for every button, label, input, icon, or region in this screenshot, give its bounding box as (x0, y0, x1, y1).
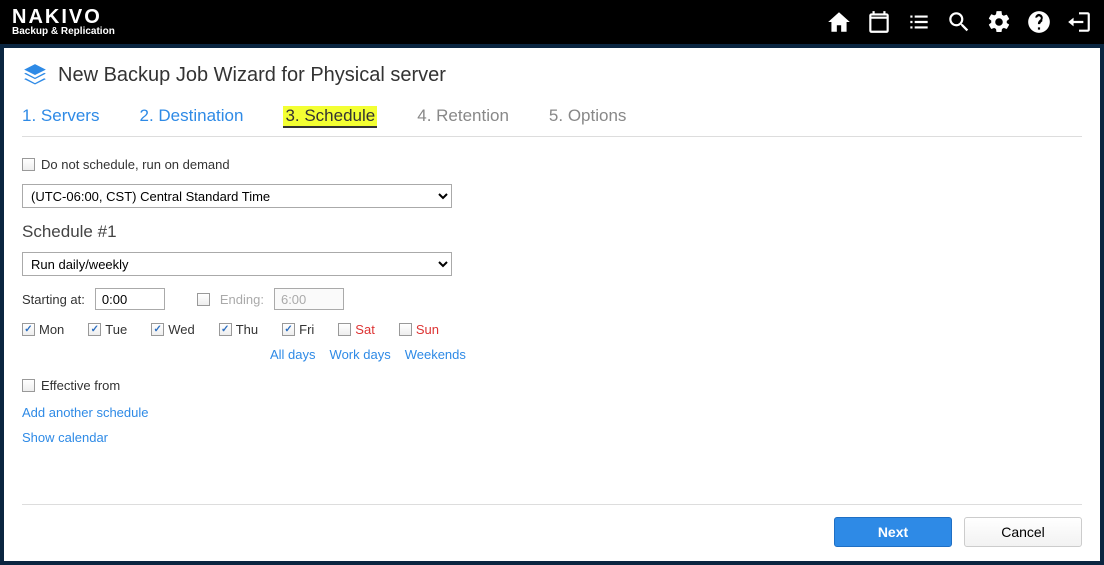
top-bar-icons (826, 9, 1092, 35)
recurrence-select[interactable]: Run daily/weekly (22, 252, 452, 276)
calendar-icon[interactable] (866, 9, 892, 35)
day-fri-label: Fri (299, 322, 314, 337)
stack-icon (22, 62, 48, 88)
starting-input[interactable] (95, 288, 165, 310)
page-title: New Backup Job Wizard for Physical serve… (58, 64, 446, 87)
step-destination[interactable]: 2. Destination (139, 106, 243, 128)
day-mon-label: Mon (39, 322, 64, 337)
effective-label: Effective from (41, 378, 120, 393)
brand-logo: NAKIVO Backup & Replication (12, 7, 115, 37)
add-schedule-link[interactable]: Add another schedule (22, 405, 1082, 420)
step-schedule[interactable]: 3. Schedule (283, 106, 377, 128)
logout-icon[interactable] (1066, 9, 1092, 35)
brand-name: NAKIVO (12, 7, 115, 27)
show-calendar-link[interactable]: Show calendar (22, 430, 1082, 445)
wizard-footer: Next Cancel (22, 504, 1082, 547)
effective-checkbox[interactable] (22, 379, 35, 392)
day-tue-checkbox[interactable] (88, 323, 101, 336)
effective-row: Effective from (22, 378, 1082, 393)
step-servers[interactable]: 1. Servers (22, 106, 99, 128)
day-wed-checkbox[interactable] (151, 323, 164, 336)
ending-input[interactable] (274, 288, 344, 310)
preset-weekends[interactable]: Weekends (405, 347, 466, 362)
timezone-select[interactable]: (UTC-06:00, CST) Central Standard Time (22, 184, 452, 208)
preset-all-days[interactable]: All days (270, 347, 316, 362)
recurrence-row: Run daily/weekly (22, 252, 1082, 276)
help-icon[interactable] (1026, 9, 1052, 35)
no-schedule-checkbox[interactable] (22, 158, 35, 171)
home-icon[interactable] (826, 9, 852, 35)
cancel-button[interactable]: Cancel (964, 517, 1082, 547)
preset-work-days[interactable]: Work days (330, 347, 391, 362)
ending-label: Ending: (220, 292, 264, 307)
gear-icon[interactable] (986, 9, 1012, 35)
day-wed-label: Wed (168, 322, 195, 337)
day-sun-label: Sun (416, 322, 439, 337)
schedule-section-title: Schedule #1 (22, 222, 1082, 242)
wizard-panel: New Backup Job Wizard for Physical serve… (4, 48, 1100, 561)
starting-label: Starting at: (22, 292, 85, 307)
day-thu-checkbox[interactable] (219, 323, 232, 336)
brand-tagline: Backup & Replication (12, 27, 115, 37)
day-sun-checkbox[interactable] (399, 323, 412, 336)
days-row: Mon Tue Wed Thu Fri Sat Sun (22, 322, 1082, 337)
day-mon-checkbox[interactable] (22, 323, 35, 336)
search-icon[interactable] (946, 9, 972, 35)
day-thu-label: Thu (236, 322, 258, 337)
page-header: New Backup Job Wizard for Physical serve… (22, 62, 1082, 88)
list-icon[interactable] (906, 9, 932, 35)
wizard-steps: 1. Servers 2. Destination 3. Schedule 4.… (22, 106, 1082, 137)
step-options: 5. Options (549, 106, 627, 128)
no-schedule-row: Do not schedule, run on demand (22, 157, 1082, 172)
day-fri-checkbox[interactable] (282, 323, 295, 336)
day-sat-label: Sat (355, 322, 375, 337)
day-tue-label: Tue (105, 322, 127, 337)
no-schedule-label: Do not schedule, run on demand (41, 157, 230, 172)
day-sat-checkbox[interactable] (338, 323, 351, 336)
next-button[interactable]: Next (834, 517, 952, 547)
day-presets: All days Work days Weekends (270, 347, 1082, 362)
timezone-row: (UTC-06:00, CST) Central Standard Time (22, 184, 1082, 208)
step-retention: 4. Retention (417, 106, 509, 128)
ending-checkbox[interactable] (197, 293, 210, 306)
top-bar: NAKIVO Backup & Replication (0, 0, 1104, 44)
timing-row: Starting at: Ending: (22, 288, 1082, 310)
schedule-action-links: Add another schedule Show calendar (22, 405, 1082, 445)
